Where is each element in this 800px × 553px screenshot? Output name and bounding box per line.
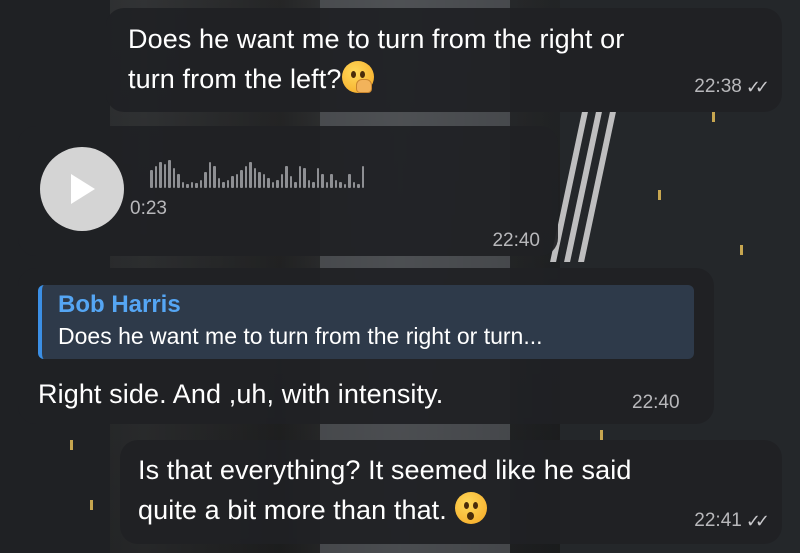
message-text: Is that everything? It seemed like he sa… [138,455,632,525]
wallpaper-light [600,430,603,440]
message-bubble-outgoing[interactable]: Is that everything? It seemed like he sa… [120,440,782,544]
play-icon [71,174,95,204]
wallpaper-light [740,245,743,255]
wallpaper-light [70,440,73,450]
wallpaper-light [712,112,715,122]
reply-author: Bob Harris [58,291,181,318]
read-checkmarks-icon: ✓✓ [745,510,770,531]
thinking-face-icon [341,61,374,93]
message-text: Does he want me to turn from the right o… [128,24,625,94]
play-button[interactable] [40,147,124,231]
voice-waveform[interactable] [150,158,364,188]
voice-duration: 0:23 [130,198,167,219]
hushed-face-icon [454,492,487,524]
wallpaper-light [658,190,661,200]
message-meta: 22:40 [632,392,680,414]
reply-quote[interactable]: Bob Harris Does he want me to turn from … [38,285,694,359]
message-meta: 22:41 ✓✓ [694,510,770,532]
wallpaper-light [90,500,93,510]
read-checkmarks-icon: ✓✓ [745,76,770,97]
reply-preview: Does he want me to turn from the right o… [58,323,543,349]
message-time: 22:40 [632,392,680,413]
message-bubble-outgoing[interactable]: Does he want me to turn from the right o… [106,8,782,112]
message-meta: 22:38 ✓✓ [694,76,770,98]
message-time: 22:41 [694,510,742,531]
voice-message-bubble[interactable]: 0:23 22:40 [18,126,558,256]
message-text: Right side. And ,uh, with intensity. [38,379,444,409]
message-time: 22:38 [694,76,742,97]
message-time: 22:40 [492,230,540,251]
message-meta: 22:40 [492,230,540,252]
